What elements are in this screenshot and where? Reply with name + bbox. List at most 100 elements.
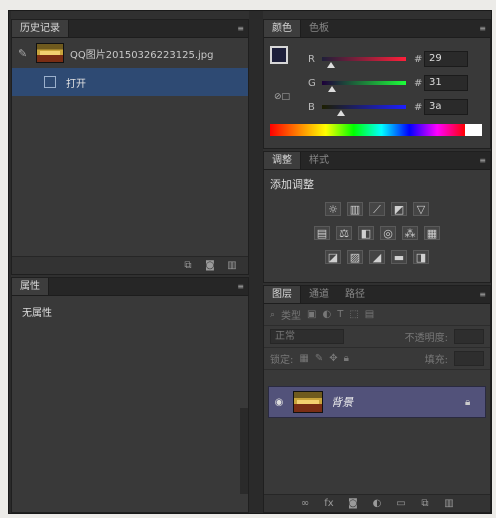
delete-layer-icon[interactable]: ▥ bbox=[443, 498, 455, 509]
history-footer: ⧉ ◙ ▥ bbox=[12, 256, 248, 274]
color-balance-icon[interactable]: ⚖ bbox=[336, 226, 352, 240]
tab-color[interactable]: 颜色 bbox=[264, 20, 301, 37]
red-channel-row: R # 29 bbox=[308, 50, 468, 68]
green-value-input[interactable]: 31 bbox=[424, 75, 468, 91]
tab-swatches[interactable]: 色板 bbox=[301, 20, 337, 37]
channel-mixer-icon[interactable]: ⁂ bbox=[402, 226, 418, 240]
blend-mode-select[interactable]: 正常 bbox=[270, 329, 344, 344]
left-dock: 历史记录 ≡ ✎ QQ图片20150326223125.jpg 打开 ⧉ ◙ ▥… bbox=[11, 11, 249, 513]
blue-slider-thumb[interactable] bbox=[337, 110, 346, 116]
new-adjustment-layer-icon[interactable]: ◐ bbox=[371, 498, 383, 509]
opacity-input[interactable] bbox=[454, 329, 484, 344]
new-document-from-state-icon[interactable]: ⧉ bbox=[182, 260, 194, 271]
hue-saturation-icon[interactable]: ▤ bbox=[314, 226, 330, 240]
red-slider[interactable] bbox=[322, 57, 406, 68]
new-group-icon[interactable]: ▭ bbox=[395, 498, 407, 509]
new-layer-icon[interactable]: ⧉ bbox=[419, 498, 431, 509]
photo-filter-icon[interactable]: ◎ bbox=[380, 226, 396, 240]
filter-smart-object-icon[interactable]: ▤ bbox=[365, 309, 374, 320]
black-white-icon[interactable]: ◧ bbox=[358, 226, 374, 240]
vibrance-icon[interactable]: ▽ bbox=[413, 202, 429, 216]
adjustment-icons-row-3: ◪ ▨ ◢ ▬ ◨ bbox=[264, 250, 490, 264]
filter-adjustment-icon[interactable]: ◐ bbox=[323, 309, 332, 320]
panel-menu-icon[interactable]: ≡ bbox=[476, 24, 486, 33]
hash-label: # bbox=[414, 77, 423, 89]
blue-value-input[interactable]: 3a bbox=[424, 99, 468, 115]
green-slider[interactable] bbox=[322, 81, 406, 92]
gradient-map-icon[interactable]: ▬ bbox=[391, 250, 407, 264]
green-label: G bbox=[308, 77, 316, 89]
layer-filter-row: ⌕ 类型 ▣ ◐ T ⬚ ▤ bbox=[264, 304, 490, 326]
panel-menu-icon[interactable]: ≡ bbox=[476, 290, 486, 299]
snapshot-name: QQ图片20150326223125.jpg bbox=[70, 49, 214, 61]
threshold-icon[interactable]: ◢ bbox=[369, 250, 385, 264]
tab-channels[interactable]: 通道 bbox=[301, 286, 337, 303]
adjustment-icons-row-2: ▤ ⚖ ◧ ◎ ⁂ ▦ bbox=[264, 226, 490, 240]
history-step-label: 打开 bbox=[66, 78, 86, 90]
tab-layers[interactable]: 图层 bbox=[264, 286, 301, 303]
invert-icon[interactable]: ◪ bbox=[325, 250, 341, 264]
history-snapshot[interactable]: ✎ QQ图片20150326223125.jpg bbox=[12, 38, 248, 68]
layer-thumbnail bbox=[293, 391, 323, 413]
add-mask-icon[interactable]: ◙ bbox=[347, 498, 359, 509]
open-document-icon bbox=[44, 76, 56, 88]
exposure-icon[interactable]: ◩ bbox=[391, 202, 407, 216]
link-layers-icon[interactable]: ∞ bbox=[299, 498, 311, 509]
adjustment-icons-row-1: ☼ ▥ ⟋ ◩ ▽ bbox=[264, 202, 490, 216]
red-slider-thumb[interactable] bbox=[327, 62, 336, 68]
camera-snapshot-icon[interactable]: ◙ bbox=[204, 260, 216, 271]
properties-scrollbar[interactable] bbox=[240, 408, 248, 494]
panel-menu-icon[interactable]: ≡ bbox=[476, 156, 486, 165]
tab-adjustments[interactable]: 调整 bbox=[264, 152, 301, 169]
curves-icon[interactable]: ⟋ bbox=[369, 202, 385, 216]
fill-input[interactable] bbox=[454, 351, 484, 366]
filter-kind-select[interactable]: 类型 bbox=[281, 307, 301, 322]
lock-image-icon[interactable]: ✎ bbox=[315, 353, 323, 364]
lock-label: 锁定: bbox=[270, 355, 294, 366]
panel-menu-icon[interactable]: ≡ bbox=[234, 24, 244, 33]
blue-channel-row: B # 3a bbox=[308, 98, 468, 116]
lock-position-icon[interactable]: ✥ bbox=[329, 353, 337, 364]
tab-history[interactable]: 历史记录 bbox=[12, 20, 69, 37]
color-spectrum-ramp[interactable] bbox=[270, 124, 482, 136]
color-panel: 颜色 色板 ≡ ⊘□ R # 29 G # 31 B # 3a bbox=[263, 19, 491, 149]
red-value-input[interactable]: 29 bbox=[424, 51, 468, 67]
tab-properties[interactable]: 属性 bbox=[12, 278, 49, 295]
layer-style-icon[interactable]: fx bbox=[323, 498, 335, 509]
lock-all-icon[interactable]: 🔒︎ bbox=[344, 353, 349, 364]
hash-label: # bbox=[414, 53, 423, 65]
photoshop-panels: 历史记录 ≡ ✎ QQ图片20150326223125.jpg 打开 ⧉ ◙ ▥… bbox=[8, 10, 492, 514]
search-icon: ⌕ bbox=[270, 309, 276, 320]
visibility-eye-icon[interactable]: ◉ bbox=[269, 397, 289, 408]
brightness-contrast-icon[interactable]: ☼ bbox=[325, 202, 341, 216]
blue-slider[interactable] bbox=[322, 105, 406, 116]
out-of-gamut-warning-icon[interactable]: ⊘□ bbox=[274, 92, 290, 102]
history-step[interactable]: 打开 bbox=[12, 68, 248, 96]
no-properties-text: 无属性 bbox=[22, 308, 52, 319]
properties-panel: 属性 ≡ 无属性 bbox=[11, 277, 249, 513]
lock-fill-row: 锁定: ▦ ✎ ✥ 🔒︎ 填充: bbox=[264, 348, 490, 370]
posterize-icon[interactable]: ▨ bbox=[347, 250, 363, 264]
panel-menu-icon[interactable]: ≡ bbox=[234, 282, 244, 291]
levels-icon[interactable]: ▥ bbox=[347, 202, 363, 216]
filter-shape-icon[interactable]: ⬚ bbox=[349, 309, 358, 320]
foreground-swatch[interactable] bbox=[270, 46, 288, 64]
lock-transparent-icon[interactable]: ▦ bbox=[299, 353, 308, 364]
layer-name[interactable]: 背景 bbox=[331, 394, 465, 410]
history-panel: 历史记录 ≡ ✎ QQ图片20150326223125.jpg 打开 ⧉ ◙ ▥ bbox=[11, 19, 249, 275]
green-slider-thumb[interactable] bbox=[328, 86, 337, 92]
color-lookup-icon[interactable]: ▦ bbox=[424, 226, 440, 240]
blue-label: B bbox=[308, 101, 315, 113]
brush-source-icon[interactable]: ✎ bbox=[18, 47, 32, 60]
tab-paths[interactable]: 路径 bbox=[337, 286, 373, 303]
filter-pixel-icon[interactable]: ▣ bbox=[307, 309, 316, 320]
opacity-label: 不透明度: bbox=[404, 333, 448, 344]
right-dock: 颜色 色板 ≡ ⊘□ R # 29 G # 31 B # 3a 调整 样式 ≡ … bbox=[263, 11, 491, 513]
selective-color-icon[interactable]: ◨ bbox=[413, 250, 429, 264]
add-adjustment-title: 添加调整 bbox=[270, 178, 314, 191]
tab-styles[interactable]: 样式 bbox=[301, 152, 337, 169]
filter-type-icon[interactable]: T bbox=[337, 309, 343, 320]
trash-icon[interactable]: ▥ bbox=[226, 260, 238, 271]
layers-panel: 图层 通道 路径 ≡ ⌕ 类型 ▣ ◐ T ⬚ ▤ 正常 不透明度: 锁定: ▦… bbox=[263, 285, 491, 513]
layer-row-background[interactable]: ◉ 背景 🔒︎ bbox=[268, 386, 486, 418]
